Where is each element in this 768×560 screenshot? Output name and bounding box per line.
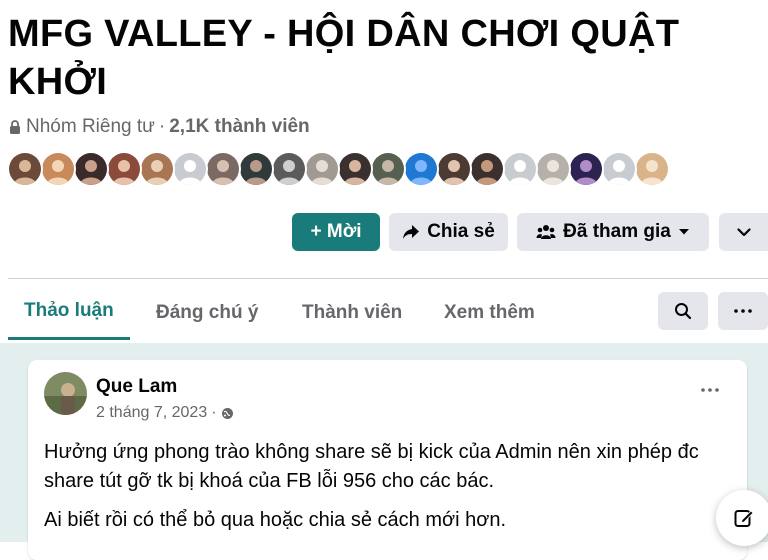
post-date[interactable]: 2 tháng 7, 2023 — [96, 404, 207, 422]
lock-icon — [10, 120, 20, 134]
post-paragraph: Hưởng ứng phong trào không share sẽ bị k… — [44, 441, 699, 492]
share-arrow-icon — [403, 225, 420, 239]
search-button[interactable] — [658, 292, 708, 330]
post-options-button[interactable] — [695, 378, 725, 402]
tab-discussion[interactable]: Thảo luận — [8, 285, 130, 340]
more-horizontal-icon — [701, 388, 719, 392]
group-title: MFG VALLEY - HỘI DÂN CHƠI QUẬT KHỞI — [8, 13, 680, 103]
post-meta: 2 tháng 7, 2023 · — [96, 404, 234, 422]
member-avatar[interactable] — [469, 151, 505, 187]
member-avatar[interactable] — [403, 151, 439, 187]
member-avatar[interactable] — [106, 151, 142, 187]
joined-button[interactable]: Đã tham gia — [517, 213, 709, 251]
tab-more[interactable]: Xem thêm — [428, 285, 551, 340]
group-people-icon — [536, 225, 556, 239]
share-button[interactable]: Chia sẻ — [389, 213, 508, 251]
chevron-down-icon — [736, 227, 751, 236]
caret-down-icon — [678, 229, 689, 235]
author-avatar[interactable] — [44, 372, 87, 415]
member-avatar[interactable] — [502, 151, 538, 187]
member-avatar[interactable] — [601, 151, 637, 187]
member-avatar[interactable] — [139, 151, 175, 187]
member-avatar[interactable] — [436, 151, 472, 187]
globe-icon — [221, 407, 233, 419]
invite-button[interactable]: + Mời — [292, 213, 380, 251]
member-avatar[interactable] — [7, 151, 43, 187]
post-card: Que Lam 2 tháng 7, 2023 · Hưởng ứng phon… — [28, 360, 747, 560]
member-avatar[interactable] — [238, 151, 274, 187]
member-avatar[interactable] — [172, 151, 208, 187]
more-horizontal-icon — [734, 309, 752, 313]
member-avatar[interactable] — [40, 151, 76, 187]
group-member-count[interactable]: 2,1K thành viên — [169, 116, 309, 138]
tab-featured[interactable]: Đáng chú ý — [140, 285, 274, 340]
group-meta: Nhóm Riêng tư · 2,1K thành viên — [8, 113, 310, 141]
header-divider — [8, 278, 768, 279]
member-avatar[interactable] — [73, 151, 109, 187]
post-paragraph: Ai biết rồi có thể bỏ qua hoặc chia sẻ c… — [44, 509, 507, 531]
compose-button[interactable] — [716, 490, 768, 546]
post-body: Hưởng ứng phong trào không share sẽ bị k… — [44, 438, 734, 545]
member-avatar[interactable] — [634, 151, 670, 187]
meta-separator: · — [158, 116, 166, 137]
compose-icon — [734, 510, 754, 527]
member-avatar[interactable] — [535, 151, 571, 187]
group-action-bar: + Mời Chia sẻ Đã tham gia — [0, 213, 768, 251]
member-avatar[interactable] — [271, 151, 307, 187]
group-tabs: Thảo luận Đáng chú ý Thành viên Xem thêm — [8, 285, 768, 343]
invite-label: + Mời — [310, 221, 362, 242]
joined-label: Đã tham gia — [563, 221, 671, 242]
tab-options-button[interactable] — [718, 292, 768, 330]
tab-members[interactable]: Thành viên — [286, 285, 418, 340]
member-avatar-stack — [7, 151, 670, 187]
member-avatar[interactable] — [370, 151, 406, 187]
member-avatar[interactable] — [337, 151, 373, 187]
feed-area: Que Lam 2 tháng 7, 2023 · Hưởng ứng phon… — [0, 343, 768, 560]
member-avatar[interactable] — [304, 151, 340, 187]
post-author[interactable]: Que Lam — [96, 376, 177, 398]
member-avatar[interactable] — [205, 151, 241, 187]
share-label: Chia sẻ — [427, 221, 495, 242]
member-avatar[interactable] — [568, 151, 604, 187]
group-privacy[interactable]: Nhóm Riêng tư — [26, 116, 155, 138]
more-options-button[interactable] — [719, 213, 768, 251]
search-icon — [675, 303, 692, 320]
post-date-separator: · — [211, 404, 217, 421]
